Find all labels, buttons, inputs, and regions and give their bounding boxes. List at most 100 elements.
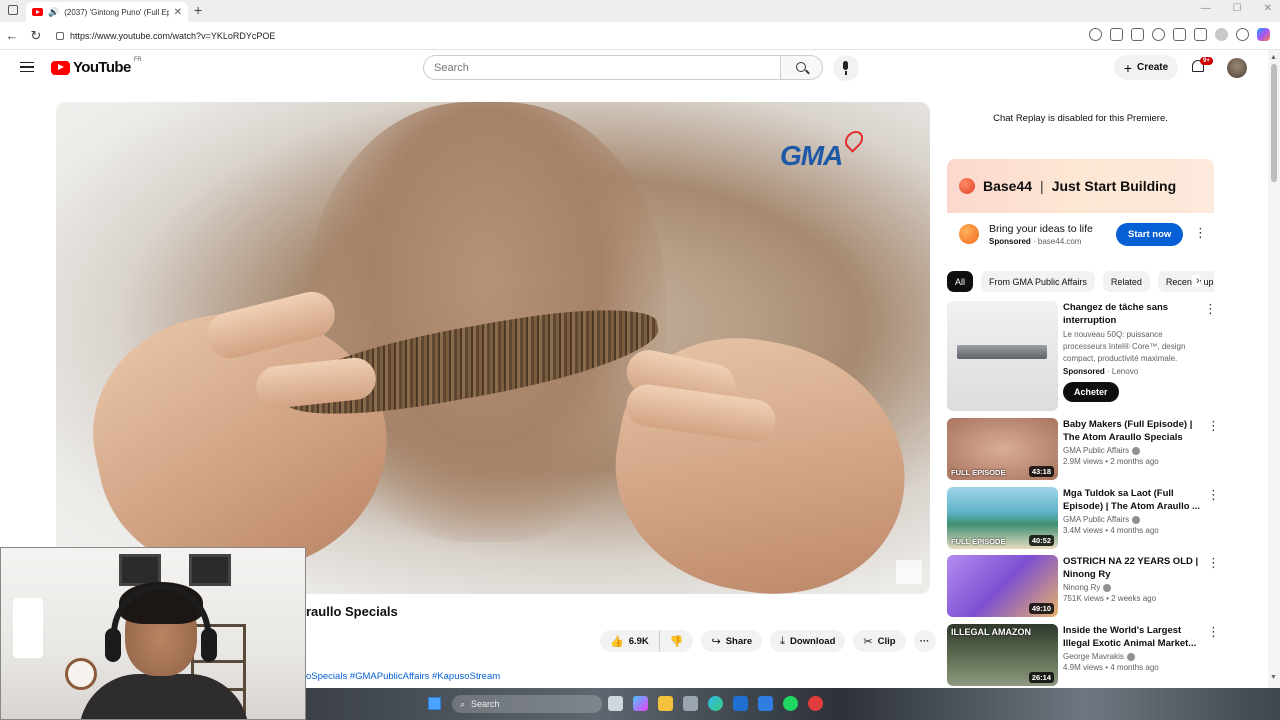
more-actions-button[interactable]: ··· [913,630,936,652]
advertiser-icon [959,224,979,244]
recommendation-item[interactable]: ILLEGAL AMAZON 26:14 Inside the World's … [947,624,1217,688]
scroll-up-icon[interactable]: ▲ [1270,54,1277,61]
search-placeholder: Search [434,61,469,74]
video-meta: Inside the World's Largest Illegal Exoti… [1063,624,1201,672]
channel-name[interactable]: GMA Public Affairs [1063,446,1129,455]
search-input[interactable]: Search [423,55,781,80]
scrollbar-thumb[interactable] [1271,64,1277,182]
video-thumbnail[interactable]: FULL EPISODE 40:52 [947,487,1058,549]
translate-icon[interactable] [1089,28,1102,41]
editor-app-icon[interactable] [758,696,773,711]
download-button[interactable]: ⤓ Download [770,630,846,652]
search-button[interactable] [781,55,823,80]
verified-check-icon [1132,446,1141,455]
chips-next-arrow-icon[interactable]: › [1192,275,1200,287]
refresh-extension-icon[interactable] [1152,28,1165,41]
close-window-button[interactable]: ✕ [1264,3,1272,14]
account-avatar[interactable] [1227,58,1247,78]
chip-related[interactable]: Related [1102,271,1150,292]
reload-button[interactable]: ↻ [24,28,48,44]
item-more-icon[interactable] [1207,561,1211,565]
channel-name[interactable]: GMA Public Affairs [1063,515,1129,524]
clip-button[interactable]: ✂ Clip [853,630,906,652]
url-field[interactable]: https://www.youtube.com/watch?v=YKLoRDYc… [56,26,1076,46]
video-meta: Mga Tuldok sa Laot (Full Episode) | The … [1063,487,1201,535]
recording-app-icon[interactable] [808,696,823,711]
favorites-icon[interactable] [1194,28,1207,41]
plus-icon: + [1123,59,1133,76]
channel-watermark-icon[interactable] [896,560,922,584]
channel-name[interactable]: Ninong Ry [1063,583,1100,592]
thumbnail-badge: ILLEGAL AMAZON [951,627,1031,637]
ad-more-icon[interactable] [1194,231,1198,235]
speaker-icon[interactable]: 🔊 [48,7,59,18]
menu-icon[interactable] [20,62,34,72]
create-button[interactable]: + Create [1114,55,1178,80]
gma-heart-icon [841,127,867,153]
youtube-header: YouTube FR Search + Create 9+ [0,50,1268,86]
browser-tab-active[interactable]: 🔊 (2037) 'Gintong Puno' (Full Episode) ✕ [26,2,188,22]
spotify-icon[interactable] [783,696,798,711]
video-thumbnail[interactable]: ILLEGAL AMAZON 26:14 [947,624,1058,686]
chip-from-gma[interactable]: From GMA Public Affairs [981,271,1095,292]
app-icon[interactable] [683,696,698,711]
video-title: raullo Specials [306,604,398,619]
chat-replay-note: Chat Replay is disabled for this Premier… [993,113,1168,124]
scroll-down-icon[interactable]: ▼ [1270,674,1277,681]
acheter-button[interactable]: Acheter [1063,382,1119,402]
more-menu-icon[interactable] [1236,28,1249,41]
start-now-button[interactable]: Start now [1116,223,1184,246]
app-available-icon[interactable] [1110,28,1123,41]
taskbar-search[interactable]: ⌕ Search [452,695,602,713]
item-more-icon[interactable] [1207,424,1211,428]
minimize-button[interactable]: — [1201,3,1211,14]
windows-start-icon[interactable] [428,697,441,710]
chip-all[interactable]: All [947,271,974,292]
site-info-icon[interactable] [56,32,64,40]
sponsored-ad-card[interactable]: Base44 | Just Start Building Bring your … [947,159,1214,255]
recommendation-item[interactable]: FULL EPISODE 43:18 Baby Makers (Full Epi… [947,418,1217,482]
item-more-icon[interactable] [1207,630,1211,634]
sponsored-recommendation[interactable]: Changez de tâche sans interruption Le no… [947,301,1217,413]
like-dislike-group: 👍 6.9K 👎 [600,630,694,652]
channel-name[interactable]: George Mavrakis [1063,652,1124,661]
video-thumbnail[interactable]: FULL EPISODE 43:18 [947,418,1058,480]
maximize-button[interactable]: ☐ [1233,3,1242,14]
search-icon [796,62,806,72]
voice-search-icon[interactable] [833,55,859,81]
ad-sponsored-label: Sponsored [989,236,1031,246]
copilot-taskbar-icon[interactable] [633,696,648,711]
copilot-icon[interactable] [1257,28,1270,41]
back-button[interactable]: ← [0,28,24,43]
like-button[interactable]: 👍 6.9K [600,630,660,652]
dislike-button[interactable]: 👎 [659,630,694,652]
new-tab-button[interactable]: + [194,2,202,18]
store-icon[interactable] [733,696,748,711]
youtube-logo[interactable]: YouTube FR [51,57,142,76]
file-explorer-icon[interactable] [658,696,673,711]
filter-chips: All From GMA Public Affairs Related Rece… [947,271,1214,293]
window-controls: — ☐ ✕ [1201,3,1272,14]
webcam-overlay [0,547,306,720]
recommendation-item[interactable]: FULL EPISODE 40:52 Mga Tuldok sa Laot (F… [947,487,1217,551]
item-more-icon[interactable] [1207,493,1211,497]
sponsored-more-icon[interactable] [1204,307,1208,311]
tab-close-icon[interactable]: ✕ [174,7,182,18]
profile-avatar-icon[interactable] [1215,28,1228,41]
favorite-star-icon[interactable] [1131,28,1144,41]
edge-browser-icon[interactable] [708,696,723,711]
ad-banner[interactable]: Base44 | Just Start Building [947,159,1214,213]
video-player[interactable]: GMA [56,102,930,594]
sponsored-thumbnail[interactable] [947,301,1058,411]
video-title: Baby Makers (Full Episode) | The Atom Ar… [1063,419,1193,443]
extensions-icon[interactable] [1173,28,1186,41]
task-view-icon[interactable] [608,696,623,711]
verified-check-icon [1103,583,1112,592]
page-scrollbar[interactable]: ▲ ▼ [1268,50,1280,688]
video-thumbnail[interactable]: 49:10 [947,555,1058,617]
share-button[interactable]: ↪ Share [701,630,763,652]
video-hashtags[interactable]: oSpecials #GMAPublicAffairs #KapusoStrea… [306,671,500,682]
recommendation-item[interactable]: 49:10 OSTRICH NA 22 YEARS OLD | Ninong R… [947,555,1217,619]
chip-recently-uploaded[interactable]: Recently uploaded [1157,271,1214,292]
tab-actions-icon[interactable] [8,5,18,15]
